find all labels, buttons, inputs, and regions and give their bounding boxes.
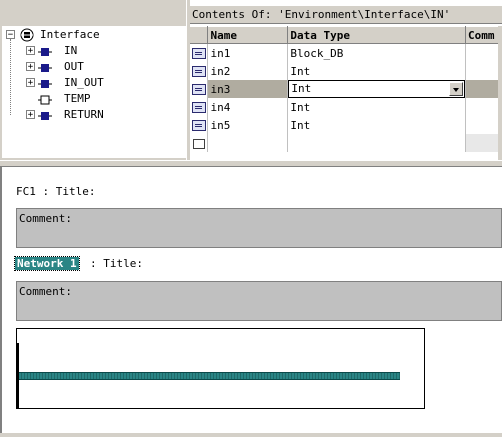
variable-icon-cell — [190, 62, 209, 80]
parameter-block-icon — [38, 62, 52, 72]
variable-icon — [191, 66, 206, 77]
variable-icon-cell — [190, 80, 209, 98]
collapse-icon[interactable]: − — [6, 30, 15, 40]
selected-rung[interactable] — [19, 372, 400, 380]
expand-icon[interactable]: + — [26, 62, 35, 72]
table-row-new[interactable] — [190, 134, 502, 152]
tree-item-label: RETURN — [64, 108, 104, 121]
name-cell[interactable]: in1 — [207, 43, 289, 62]
data-type-dropdown-box[interactable]: Int — [288, 80, 465, 98]
row-header-corner — [190, 26, 209, 44]
network-title[interactable]: : Title: — [90, 257, 143, 270]
vertical-scrollbar[interactable] — [498, 26, 502, 160]
tree-item-label: IN — [64, 44, 78, 57]
contents-header: Contents Of: 'Environment\Interface\IN' — [190, 6, 502, 24]
ladder-network-area[interactable] — [16, 328, 425, 409]
block-title[interactable]: FC1 : Title: — [16, 185, 95, 198]
parameter-block-icon — [38, 46, 52, 56]
column-header-name[interactable]: Name — [207, 26, 289, 44]
interface-tree[interactable]: − Interface + IN + OUT + IN_OUT TEMP + R… — [2, 26, 187, 158]
variable-icon — [191, 84, 206, 95]
variable-icon-cell — [190, 43, 209, 62]
tree-item-label: TEMP — [64, 92, 91, 105]
tree-root-label: Interface — [40, 28, 100, 41]
data-type-dropdown[interactable]: Int — [287, 80, 466, 98]
variable-table[interactable]: Name Data Type Comm in1 Block_DB in2 Int… — [190, 26, 502, 152]
variable-icon — [191, 48, 206, 59]
network-comment-label: Comment: — [19, 285, 72, 298]
column-header-comment[interactable]: Comm — [465, 26, 502, 44]
name-cell[interactable] — [207, 134, 289, 152]
tree-item-label: IN_OUT — [64, 76, 104, 89]
table-row-selected[interactable]: in3 Int — [190, 80, 502, 98]
bottom-border — [0, 433, 502, 437]
data-type-cell[interactable]: Int — [287, 116, 466, 134]
interface-icon — [20, 28, 34, 42]
comment-cell[interactable] — [465, 98, 502, 116]
data-type-cell[interactable]: Int — [287, 62, 466, 80]
name-cell[interactable]: in2 — [207, 62, 289, 80]
comment-cell[interactable] — [465, 80, 502, 98]
block-comment-label: Comment: — [19, 212, 72, 225]
tree-line — [10, 39, 12, 115]
table-row[interactable]: in1 Block_DB — [190, 43, 502, 62]
data-type-dropdown-value: Int — [291, 82, 312, 95]
temp-block-icon — [38, 94, 52, 105]
variable-icon — [191, 120, 206, 131]
expand-icon[interactable]: + — [26, 78, 35, 88]
table-row[interactable]: in4 Int — [190, 98, 502, 116]
variable-icon-cell — [190, 98, 209, 116]
data-type-cell[interactable]: Block_DB — [287, 43, 466, 62]
name-cell[interactable]: in4 — [207, 98, 289, 116]
expand-icon[interactable]: + — [26, 110, 35, 120]
network-comment-box[interactable]: Comment: — [16, 281, 502, 321]
new-row-icon — [192, 138, 205, 149]
variable-icon-cell — [190, 116, 209, 134]
name-cell[interactable]: in3 — [207, 80, 289, 98]
horizontal-splitter[interactable] — [0, 160, 502, 167]
tree-item-label: OUT — [64, 60, 84, 73]
comment-cell[interactable] — [465, 116, 502, 134]
comment-cell[interactable] — [465, 62, 502, 80]
expand-icon[interactable]: + — [26, 46, 35, 56]
comment-cell[interactable] — [465, 134, 502, 152]
comment-cell[interactable] — [465, 43, 502, 62]
dropdown-arrow-icon[interactable] — [449, 82, 463, 96]
variable-icon — [191, 102, 206, 113]
parameter-block-icon — [38, 110, 52, 120]
new-row-icon-cell — [190, 134, 209, 152]
table-row[interactable]: in2 Int — [190, 62, 502, 80]
parameter-block-icon — [38, 78, 52, 88]
column-header-data-type[interactable]: Data Type — [287, 26, 466, 44]
network-label[interactable]: Network 1 — [14, 256, 80, 271]
data-type-cell[interactable]: Int — [287, 98, 466, 116]
block-comment-box[interactable]: Comment: — [16, 208, 502, 248]
name-cell[interactable]: in5 — [207, 116, 289, 134]
table-row[interactable]: in5 Int — [190, 116, 502, 134]
code-pane-border — [0, 167, 2, 437]
data-type-cell[interactable] — [287, 134, 466, 152]
